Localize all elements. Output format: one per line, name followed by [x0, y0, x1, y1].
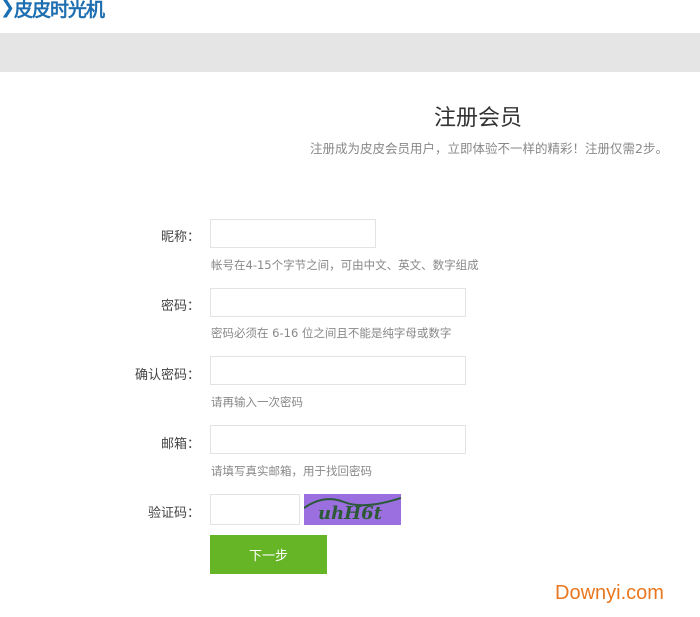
page-subtitle: 注册成为皮皮会员用户，立即体验不一样的精彩！注册仅需2步。 — [310, 141, 668, 156]
confirm-password-label: 确认密码： — [134, 368, 200, 383]
email-input[interactable] — [210, 425, 466, 454]
nickname-hint: 帐号在4-15个字节之间，可由中文、英文、数字组成 — [211, 258, 479, 272]
next-step-button[interactable]: 下一步 — [210, 535, 327, 574]
password-label: 密码： — [160, 299, 200, 314]
confirm-password-hint: 请再输入一次密码 — [211, 395, 303, 409]
password-input[interactable] — [210, 288, 466, 317]
watermark: Downyi.com — [555, 582, 664, 604]
captcha-text: uhH6t — [318, 503, 383, 524]
password-hint: 密码必须在 6-16 位之间且不能是纯字母或数字 — [211, 326, 452, 340]
email-label: 邮箱： — [160, 437, 200, 452]
nav-bar — [0, 33, 700, 72]
logo[interactable]: ❯ 皮皮时光机 — [0, 0, 105, 21]
logo-text: 皮皮时光机 — [14, 0, 105, 21]
nickname-input[interactable] — [210, 219, 376, 248]
captcha-image[interactable]: uhH6t — [303, 494, 402, 525]
confirm-password-input[interactable] — [210, 356, 466, 385]
nickname-label: 昵称： — [160, 230, 200, 245]
captcha-label: 验证码： — [147, 506, 200, 521]
page-title: 注册会员 — [433, 106, 522, 131]
captcha-input[interactable] — [210, 494, 300, 525]
captcha-graphic: uhH6t — [303, 497, 402, 524]
email-hint: 请填写真实邮箱，用于找回密码 — [211, 464, 372, 478]
logo-icon: ❯ — [0, 0, 16, 18]
